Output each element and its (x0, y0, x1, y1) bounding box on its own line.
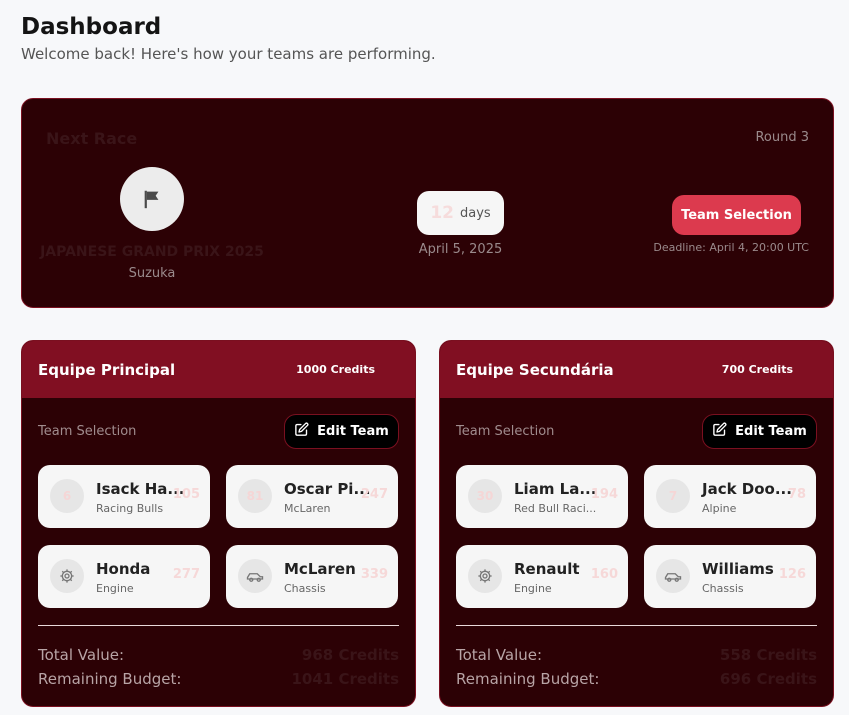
slot-value: 247 (360, 487, 388, 502)
remaining-budget-label: Remaining Budget: (456, 670, 600, 688)
slot-value: 126 (778, 567, 806, 582)
edit-icon (712, 422, 727, 441)
chassis-name: McLaren (284, 560, 356, 578)
total-value-label: Total Value: (456, 646, 543, 664)
total-value-label: Total Value: (38, 646, 125, 664)
slot-value: 277 (172, 567, 200, 582)
deadline-text: Deadline: April 4, 20:00 UTC (653, 241, 809, 254)
chassis-slot[interactable]: Williams Chassis 126 (644, 545, 816, 608)
gear-icon (468, 559, 502, 593)
chassis-name: Williams (702, 560, 774, 578)
driver-slot[interactable]: 6 Isack Ha... Racing Bulls 105 (38, 465, 210, 528)
race-name: JAPANESE GRAND PRIX 2025 (40, 244, 264, 260)
slot-value: 339 (360, 567, 388, 582)
chassis-slot[interactable]: McLaren Chassis 339 (226, 545, 398, 608)
race-circuit: Suzuka (128, 266, 176, 281)
slot-value: 160 (590, 567, 618, 582)
slot-type: Chassis (702, 582, 744, 595)
engine-name: Honda (96, 560, 151, 578)
team-selection-label: Team Selection (38, 424, 137, 439)
next-race-heading: Next Race (46, 129, 138, 148)
driver-name: Oscar Pi... (284, 480, 371, 498)
flag-icon (120, 167, 184, 231)
slot-type: Engine (514, 582, 552, 595)
driver-slot[interactable]: 30 Liam La... Red Bull Raci... 194 (456, 465, 628, 528)
driver-name: Jack Doo... (702, 480, 792, 498)
car-icon (238, 559, 272, 593)
team-header: Equipe Principal 1000 Credits (22, 341, 415, 398)
driver-slot[interactable]: 81 Oscar Pi... McLaren 247 (226, 465, 398, 528)
driver-team: Racing Bulls (96, 502, 164, 515)
edit-team-button[interactable]: Edit Team (284, 414, 399, 449)
edit-team-label: Edit Team (735, 424, 807, 439)
car-icon (656, 559, 690, 593)
team-selection-button[interactable]: Team Selection (672, 195, 801, 235)
driver-number-badge: 30 (468, 479, 502, 513)
days-label: days (459, 205, 491, 221)
team-selection-label: Team Selection (456, 424, 555, 439)
divider (38, 625, 399, 626)
remaining-budget-label: Remaining Budget: (38, 670, 182, 688)
engine-name: Renault (514, 560, 580, 578)
driver-number-badge: 81 (238, 479, 272, 513)
countdown-pill: 12 days (417, 191, 504, 235)
edit-icon (294, 422, 309, 441)
driver-slot[interactable]: 7 Jack Doo... Alpine 78 (644, 465, 816, 528)
total-value: 558 Credits (719, 646, 817, 664)
days-count: 12 (430, 203, 454, 223)
edit-team-label: Edit Team (317, 424, 389, 439)
race-date: April 5, 2025 (418, 242, 503, 257)
page-title: Dashboard (21, 14, 162, 40)
team-name: Equipe Secundária (456, 360, 614, 379)
driver-number-badge: 7 (656, 479, 690, 513)
race-round: Round 3 (755, 130, 809, 145)
team-header: Equipe Secundária 700 Credits (440, 341, 833, 398)
credits-badge: 700 Credits (709, 359, 805, 380)
team-card-principal: Equipe Principal 1000 Credits Team Selec… (21, 340, 416, 707)
driver-team: Red Bull Raci... (514, 502, 597, 515)
driver-name: Isack Ha... (96, 480, 185, 498)
driver-number-badge: 6 (50, 479, 84, 513)
divider (456, 625, 817, 626)
engine-slot[interactable]: Renault Engine 160 (456, 545, 628, 608)
credits-badge: 1000 Credits (284, 359, 387, 380)
slot-value: 78 (787, 487, 806, 502)
driver-team: Alpine (702, 502, 737, 515)
driver-team: McLaren (284, 502, 331, 515)
team-card-secundaria: Equipe Secundária 700 Credits Team Selec… (439, 340, 834, 707)
slot-value: 194 (590, 487, 618, 502)
team-name: Equipe Principal (38, 360, 176, 379)
edit-team-button[interactable]: Edit Team (702, 414, 817, 449)
slot-value: 105 (172, 487, 200, 502)
engine-slot[interactable]: Honda Engine 277 (38, 545, 210, 608)
slot-type: Engine (96, 582, 134, 595)
driver-name: Liam La... (514, 480, 597, 498)
total-value: 968 Credits (301, 646, 399, 664)
remaining-budget: 1041 Credits (291, 670, 399, 688)
gear-icon (50, 559, 84, 593)
page-subtitle: Welcome back! Here's how your teams are … (21, 45, 436, 63)
slot-type: Chassis (284, 582, 326, 595)
remaining-budget: 696 Credits (719, 670, 817, 688)
next-race-card: Next Race Round 3 JAPANESE GRAND PRIX 20… (21, 98, 834, 308)
